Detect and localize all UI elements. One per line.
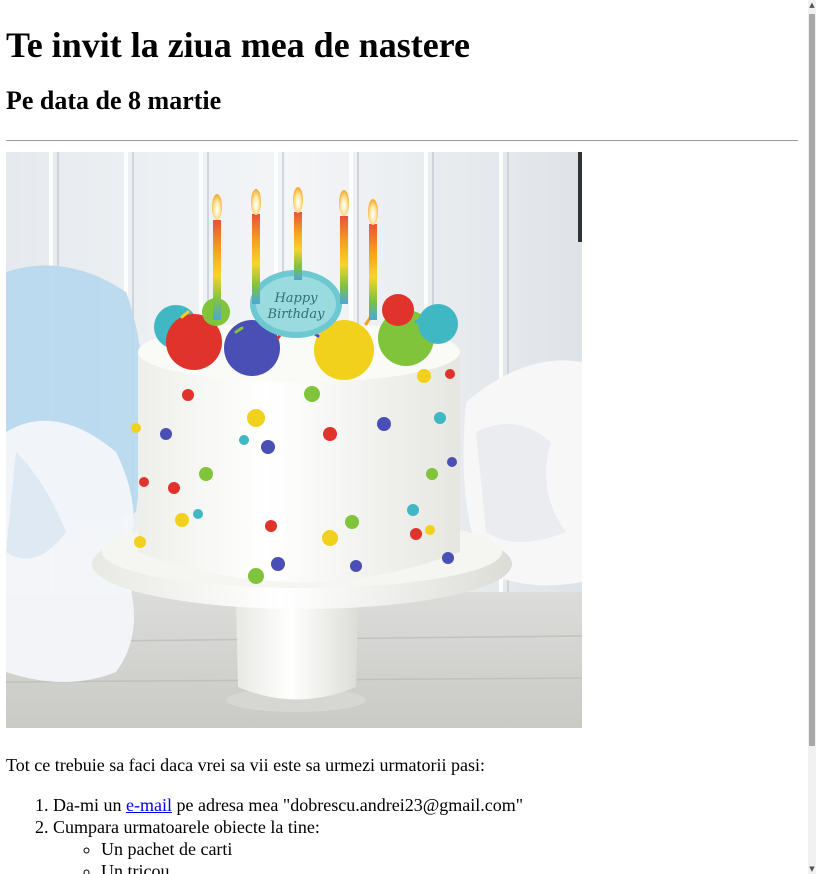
scroll-up-arrow-icon[interactable]: ▲ bbox=[808, 0, 816, 10]
main-content: Te invit la ziua mea de nastere Pe data … bbox=[0, 24, 808, 874]
page-subtitle: Pe data de 8 martie bbox=[6, 86, 222, 115]
scroll-down-arrow-icon[interactable]: ▼ bbox=[808, 864, 816, 874]
topper-text-line2: Birthday bbox=[267, 307, 326, 322]
scroll-thumb[interactable] bbox=[809, 14, 815, 746]
items-list: Un pachet de carti Un tricou bbox=[53, 838, 798, 874]
list-item: Un tricou bbox=[101, 860, 798, 874]
topper-text-line1: Happy bbox=[273, 291, 318, 306]
page: Te invit la ziua mea de nastere Pe data … bbox=[0, 0, 808, 874]
step1-text-after: pe adresa mea "dobrescu.andrei23@gmail.c… bbox=[171, 795, 524, 815]
email-link[interactable]: e-mail bbox=[126, 795, 172, 815]
vertical-scrollbar[interactable]: ▲ ▼ bbox=[808, 0, 816, 874]
page-title: Te invit la ziua mea de nastere bbox=[6, 25, 470, 65]
step-buy: Cumpara urmatoarele obiecte la tine: Un … bbox=[53, 816, 798, 874]
steps-list: Da-mi un e-mail pe adresa mea "dobrescu.… bbox=[6, 794, 798, 874]
birthday-cake-image: Happy Birthday bbox=[6, 152, 582, 728]
step1-text-before: Da-mi un bbox=[53, 795, 126, 815]
list-item: Un pachet de carti bbox=[101, 838, 798, 860]
step-email: Da-mi un e-mail pe adresa mea "dobrescu.… bbox=[53, 794, 798, 816]
intro-text: Tot ce trebuie sa faci daca vrei sa vii … bbox=[6, 755, 486, 775]
step2-text: Cumpara urmatoarele obiecte la tine: bbox=[53, 817, 320, 837]
divider bbox=[6, 140, 798, 141]
